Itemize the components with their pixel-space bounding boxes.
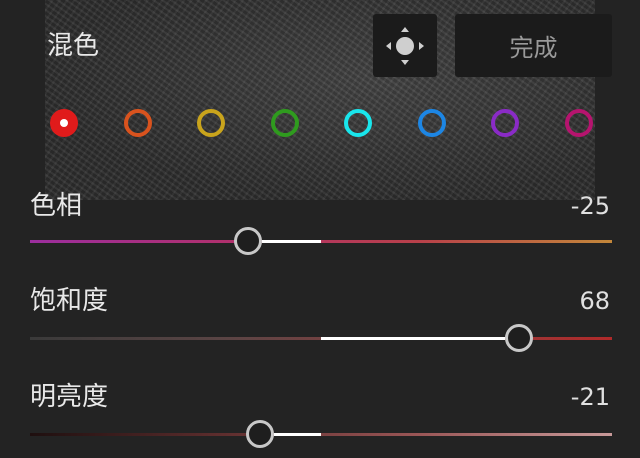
done-button[interactable]: 完成 (455, 14, 612, 77)
luminance-slider-fill (273, 433, 321, 436)
saturation-slider-track[interactable] (30, 324, 612, 352)
hue-slider-thumb[interactable] (234, 227, 263, 255)
color-swatch-row (0, 107, 640, 147)
target-move-icon (386, 26, 424, 65)
swatch-green[interactable] (270, 109, 299, 137)
panel-title: 混色 (47, 31, 100, 61)
targeted-adjustment-button[interactable] (373, 14, 437, 77)
hue-label: 色相 (30, 191, 83, 221)
saturation-slider-fill (321, 337, 505, 340)
swatch-aqua[interactable] (344, 109, 372, 137)
swatch-orange[interactable] (123, 109, 152, 137)
hue-value: -25 (570, 192, 610, 220)
saturation-value: 68 (579, 287, 610, 315)
swatch-blue[interactable] (417, 109, 446, 137)
swatch-yellow[interactable] (197, 109, 225, 137)
swatch-red[interactable] (50, 109, 78, 137)
luminance-value: -21 (570, 383, 610, 411)
luminance-slider-thumb[interactable] (245, 420, 274, 448)
luminance-label: 明亮度 (30, 382, 109, 412)
hue-slider-fill (262, 240, 321, 243)
hue-slider-track[interactable] (30, 227, 612, 255)
saturation-slider-thumb[interactable] (504, 324, 533, 352)
saturation-label: 饱和度 (30, 286, 109, 316)
swatch-purple[interactable] (491, 109, 519, 137)
luminance-slider-track[interactable] (30, 420, 612, 448)
swatch-magenta[interactable] (564, 109, 593, 137)
